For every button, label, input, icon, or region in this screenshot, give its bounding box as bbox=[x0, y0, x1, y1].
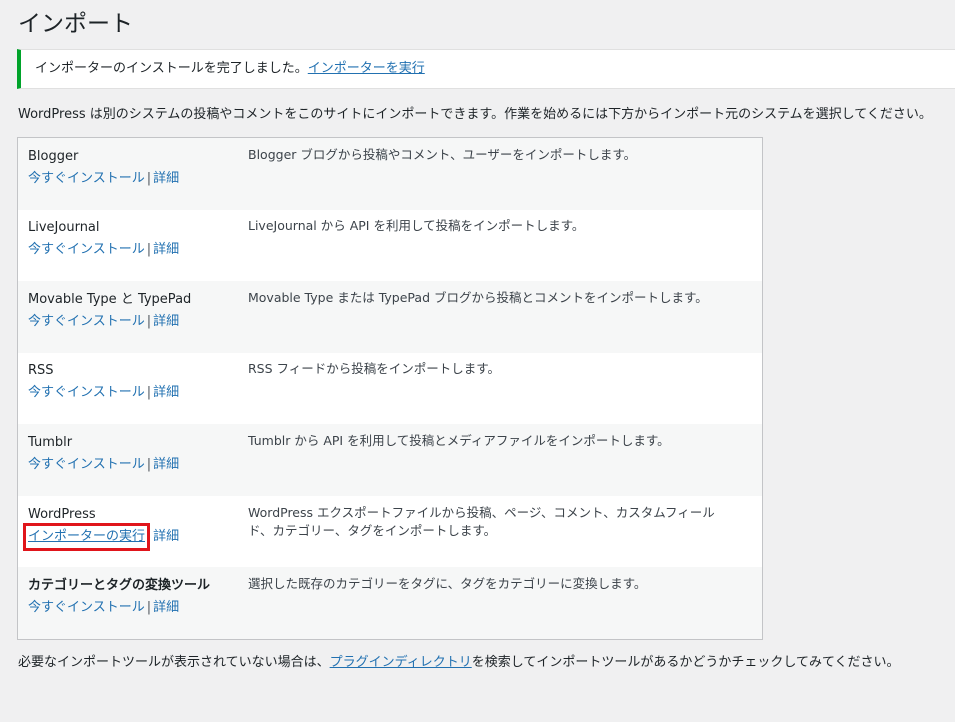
action-separator: | bbox=[146, 242, 152, 257]
install-now-link[interactable]: 今すぐインストール bbox=[28, 600, 145, 615]
importer-actions: 今すぐインストール | 詳細 bbox=[28, 599, 179, 617]
importer-name: RSS bbox=[28, 363, 54, 378]
details-link[interactable]: 詳細 bbox=[153, 242, 179, 257]
run-importer-link[interactable]: インポーターを実行 bbox=[308, 61, 425, 76]
importer-name: LiveJournal bbox=[28, 220, 100, 235]
importer-description: Movable Type または TypePad ブログから投稿とコメントをイン… bbox=[248, 290, 708, 305]
action-separator: | bbox=[146, 385, 152, 400]
details-link[interactable]: 詳細 bbox=[153, 385, 179, 400]
action-separator: | bbox=[146, 171, 152, 186]
details-link[interactable]: 詳細 bbox=[153, 457, 179, 472]
importer-row-rss: RSS 今すぐインストール | 詳細 RSS フィードから投稿をインポートします。 bbox=[18, 352, 762, 424]
importer-name: WordPress bbox=[28, 507, 96, 522]
importer-description: Tumblr から API を利用して投稿とメディアファイルをインポートします。 bbox=[248, 433, 670, 448]
footer-note: 必要なインポートツールが表示されていない場合は、プラグインディレクトリを検索して… bbox=[18, 653, 900, 673]
importer-row-tumblr: Tumblr 今すぐインストール | 詳細 Tumblr から API を利用して投… bbox=[18, 424, 762, 496]
importer-description: RSS フィードから投稿をインポートします。 bbox=[248, 361, 501, 376]
importer-actions: 今すぐインストール | 詳細 bbox=[28, 456, 179, 474]
importer-name: Movable Type と TypePad bbox=[28, 292, 192, 307]
notice-text: インポーターのインストールを完了しました。 bbox=[35, 61, 308, 76]
footer-prefix: 必要なインポートツールが表示されていない場合は、 bbox=[18, 655, 330, 670]
importer-actions: 今すぐインストール | 詳細 bbox=[28, 313, 179, 331]
plugin-directory-link[interactable]: プラグインディレクトリ bbox=[330, 655, 472, 670]
install-now-link[interactable]: 今すぐインストール bbox=[28, 385, 145, 400]
action-separator bbox=[145, 529, 153, 544]
importer-actions: 今すぐインストール | 詳細 bbox=[28, 170, 179, 188]
success-notice: インポーターのインストールを完了しました。インポーターを実行 bbox=[17, 49, 955, 89]
action-separator: | bbox=[146, 314, 152, 329]
run-importer-button[interactable]: インポーターの実行 bbox=[22, 523, 151, 551]
details-link[interactable]: 詳細 bbox=[153, 600, 179, 615]
details-link[interactable]: 詳細 bbox=[153, 314, 179, 329]
install-now-link[interactable]: 今すぐインストール bbox=[28, 314, 145, 329]
install-now-link[interactable]: 今すぐインストール bbox=[28, 242, 145, 257]
importer-row-wordpress: WordPress インポーターの実行 詳細 WordPress エクスポートフ… bbox=[18, 496, 762, 568]
importer-name: カテゴリーとタグの変換ツール bbox=[28, 578, 211, 593]
action-separator: | bbox=[146, 457, 152, 472]
install-now-link[interactable]: 今すぐインストール bbox=[28, 171, 145, 186]
importer-description: 選択した既存のカテゴリーをタグに、タグをカテゴリーに変換します。 bbox=[248, 576, 647, 591]
importer-row-livejournal: LiveJournal 今すぐインストール | 詳細 LiveJournal から … bbox=[18, 209, 762, 281]
importer-actions: インポーターの実行 詳細 bbox=[22, 523, 179, 551]
action-separator: | bbox=[146, 600, 152, 615]
details-link[interactable]: 詳細 bbox=[153, 171, 179, 186]
importer-row-blogger: Blogger 今すぐインストール | 詳細 Blogger ブログから投稿やコメン… bbox=[18, 138, 762, 210]
importer-actions: 今すぐインストール | 詳細 bbox=[28, 384, 179, 402]
page-title: インポート bbox=[18, 11, 133, 37]
importer-name: Tumblr bbox=[28, 435, 73, 450]
importer-row-movable-type: Movable Type と TypePad 今すぐインストール | 詳細 Mova… bbox=[18, 281, 762, 353]
importer-actions: 今すぐインストール | 詳細 bbox=[28, 241, 179, 259]
importers-table: Blogger 今すぐインストール | 詳細 Blogger ブログから投稿やコメン… bbox=[17, 137, 763, 640]
importer-description: WordPress エクスポートファイルから投稿、ページ、コメント、カスタムフィ… bbox=[248, 505, 715, 538]
intro-text: WordPress は別のシステムの投稿やコメントをこのサイトにインポートできま… bbox=[18, 107, 932, 122]
importer-description: LiveJournal から API を利用して投稿をインポートします。 bbox=[248, 218, 585, 233]
footer-suffix: を検索してインポートツールがあるかどうかチェックしてみてください。 bbox=[471, 655, 900, 670]
details-link[interactable]: 詳細 bbox=[153, 529, 179, 544]
importer-row-category-tag-converter: カテゴリーとタグの変換ツール 今すぐインストール | 詳細 選択した既存のカテゴリー… bbox=[18, 567, 762, 639]
install-now-link[interactable]: 今すぐインストール bbox=[28, 457, 145, 472]
importer-description: Blogger ブログから投稿やコメント、ユーザーをインポートします。 bbox=[248, 147, 637, 162]
importer-name: Blogger bbox=[28, 149, 79, 164]
